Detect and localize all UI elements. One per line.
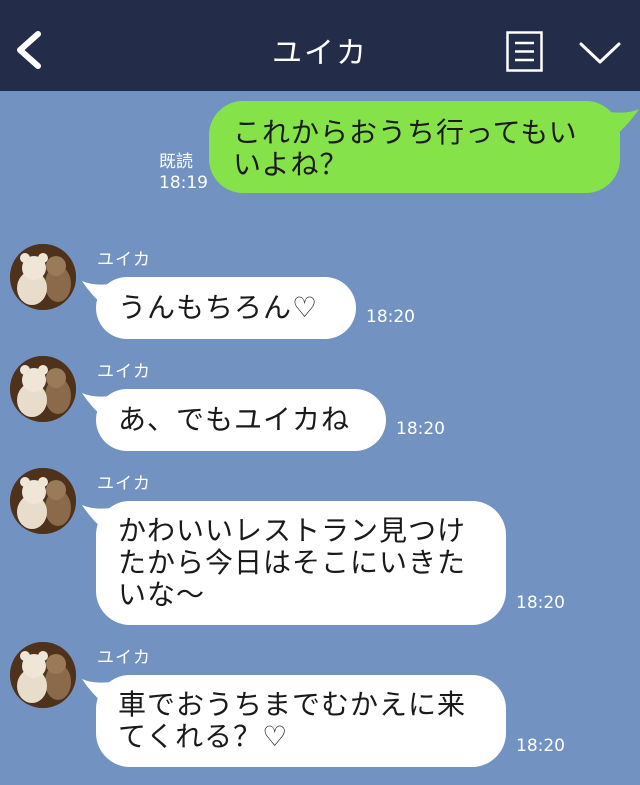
teddy-bear-avatar-icon	[10, 642, 76, 708]
avatar[interactable]	[10, 468, 76, 534]
chevron-left-icon[interactable]	[14, 30, 44, 70]
chat-title: ユイカ	[272, 36, 368, 71]
received-message-bubble[interactable]: かわいいレストラン見つけ たから今日はそこにいきた いな〜	[96, 501, 506, 625]
message-time: 18:20	[516, 736, 565, 756]
sent-message-bubble[interactable]: これからおうち行ってもい いよね？	[209, 101, 620, 193]
message-line: てくれる？♡	[118, 720, 289, 753]
menu-icon[interactable]	[506, 31, 543, 72]
message-line: うんもちろん♡	[118, 291, 319, 324]
chat-area[interactable]: 既読 18:19 これからおうち行ってもい いよね？ ユイカ うんもちろん♡ 1…	[0, 91, 640, 785]
message-time: 18:20	[396, 419, 445, 439]
received-message-bubble[interactable]: 車でおうちまでむかえに来 てくれる？♡	[96, 675, 506, 767]
message-time: 18:20	[516, 593, 565, 613]
message-line: かわいいレストラン見つけ	[118, 514, 467, 547]
message-time: 18:20	[366, 307, 415, 327]
chevron-down-icon[interactable]	[578, 40, 622, 66]
sender-name: ユイカ	[97, 474, 151, 494]
message-time: 18:19	[159, 173, 208, 193]
message-line: いよね？	[233, 148, 349, 181]
sender-name: ユイカ	[97, 362, 151, 382]
message-line: いな〜	[118, 578, 206, 611]
avatar[interactable]	[10, 244, 76, 310]
teddy-bear-avatar-icon	[10, 356, 76, 422]
message-line: あ、でもユイカね	[118, 403, 351, 436]
avatar[interactable]	[10, 356, 76, 422]
sender-name: ユイカ	[97, 250, 151, 270]
message-meta: 既読 18:19	[159, 152, 208, 194]
message-line: たから今日はそこにいきた	[118, 546, 467, 579]
sender-name: ユイカ	[97, 648, 151, 668]
chat-header: ユイカ	[0, 0, 640, 91]
received-message-bubble[interactable]: あ、でもユイカね	[96, 389, 386, 451]
received-message-bubble[interactable]: うんもちろん♡	[96, 277, 356, 339]
message-line: これからおうち行ってもい	[233, 116, 578, 149]
teddy-bear-avatar-icon	[10, 244, 76, 310]
read-receipt: 既読	[159, 152, 193, 172]
message-line: 車でおうちまでむかえに来	[118, 688, 467, 721]
avatar[interactable]	[10, 642, 76, 708]
teddy-bear-avatar-icon	[10, 468, 76, 534]
